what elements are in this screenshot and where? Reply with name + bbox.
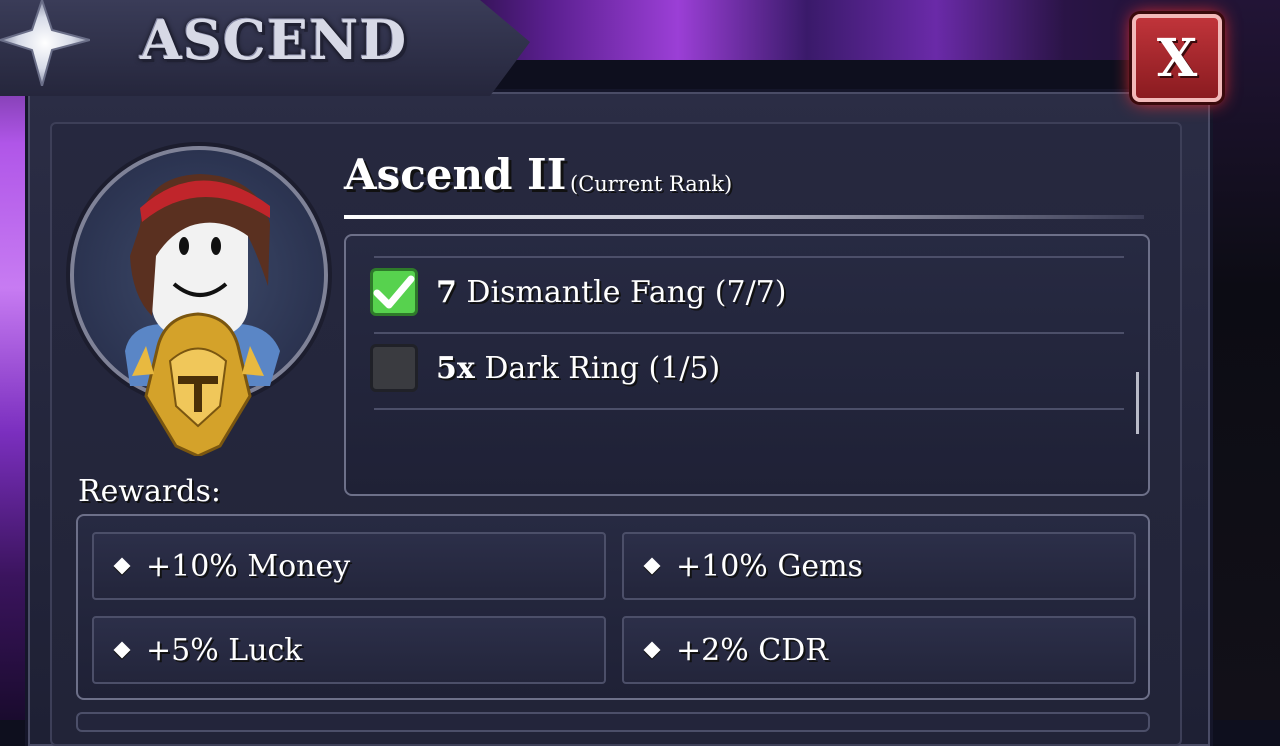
reward-item: +10% Money — [92, 532, 606, 600]
close-icon: X — [1156, 27, 1198, 89]
requirement-item: 5x Dark Ring (1/5) — [370, 344, 720, 392]
checkmark-icon — [373, 275, 415, 309]
reward-text: +2% CDR — [676, 632, 828, 668]
divider — [374, 256, 1124, 258]
close-button[interactable]: X — [1132, 14, 1222, 102]
requirement-label: Dark Ring (1/5) — [484, 350, 721, 386]
rewards-grid: +10% Money +10% Gems +5% Luck +2% CDR — [76, 514, 1150, 700]
bottom-strip — [76, 712, 1150, 732]
page-title: ASCEND — [140, 8, 408, 72]
reward-item: +10% Gems — [622, 532, 1136, 600]
diamond-bullet-icon — [643, 557, 661, 575]
requirements-scrollbar[interactable] — [1136, 372, 1139, 434]
avatar — [125, 174, 280, 456]
requirement-text: 7 Dismantle Fang (7/7) — [436, 275, 786, 310]
requirement-count: 5x — [436, 350, 475, 386]
reward-text: +10% Money — [146, 548, 351, 584]
requirement-label: Dismantle Fang (7/7) — [466, 274, 787, 310]
reward-item: +5% Luck — [92, 616, 606, 684]
requirement-count: 7 — [436, 274, 457, 310]
diamond-bullet-icon — [113, 641, 131, 659]
reward-text: +10% Gems — [676, 548, 863, 584]
reward-item: +2% CDR — [622, 616, 1136, 684]
rank-underline — [344, 215, 1144, 219]
rewards-label: Rewards: — [78, 474, 221, 509]
rank-name: Ascend II — [344, 150, 567, 199]
requirement-checkbox[interactable] — [370, 344, 418, 392]
requirement-checkbox[interactable] — [370, 268, 418, 316]
divider — [374, 408, 1124, 410]
divider — [374, 332, 1124, 334]
diamond-bullet-icon — [643, 641, 661, 659]
rank-status: (Current Rank) — [570, 172, 733, 196]
requirement-text: 5x Dark Ring (1/5) — [436, 351, 720, 386]
reward-text: +5% Luck — [146, 632, 303, 668]
requirement-item: 7 Dismantle Fang (7/7) — [370, 268, 786, 316]
requirements-list: 7 Dismantle Fang (7/7) 5x Dark Ring (1/5… — [344, 234, 1150, 496]
sparkle-star-icon — [0, 0, 90, 86]
diamond-bullet-icon — [113, 557, 131, 575]
